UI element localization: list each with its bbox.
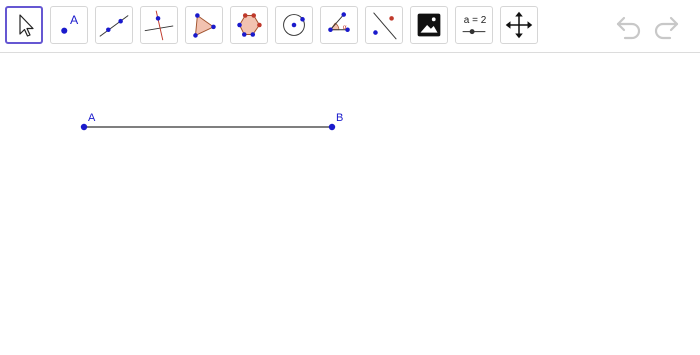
circle-tool-button[interactable] xyxy=(275,6,313,44)
image-icon xyxy=(417,13,441,37)
point-b[interactable] xyxy=(328,123,336,131)
reflect-icon xyxy=(373,12,397,40)
slider-tool-button[interactable]: a = 2 xyxy=(455,6,493,44)
image-tool-button[interactable] xyxy=(410,6,448,44)
perpendicular-tool-button[interactable] xyxy=(140,6,178,44)
angle-symbol: α xyxy=(343,24,347,31)
line-tool-button[interactable] xyxy=(95,6,133,44)
polygon-icon xyxy=(193,13,216,38)
point-a[interactable] xyxy=(80,123,88,131)
reflect-tool-button[interactable] xyxy=(365,6,403,44)
redo-icon xyxy=(654,16,679,40)
point-tool-button[interactable]: A xyxy=(50,6,88,44)
move-cursor-icon xyxy=(19,14,34,37)
regular-polygon-icon xyxy=(237,13,262,37)
redo-button[interactable] xyxy=(651,12,681,40)
toolbar: A α a = 2 xyxy=(0,0,700,53)
undo-icon xyxy=(616,16,641,40)
slider-icon xyxy=(462,29,486,35)
move-graphics-view-tool-button[interactable] xyxy=(500,6,538,44)
point-tool-letter: A xyxy=(70,13,79,27)
point-b-label: B xyxy=(336,112,343,124)
graphics-view[interactable]: A B xyxy=(0,53,700,350)
graphics-canvas[interactable]: A B xyxy=(0,53,700,350)
perpendicular-line-icon xyxy=(144,10,174,41)
polygon-tool-button[interactable] xyxy=(185,6,223,44)
regular-polygon-tool-button[interactable] xyxy=(230,6,268,44)
move-arrows-icon xyxy=(505,11,533,39)
angle-icon: α xyxy=(328,12,350,33)
undo-button[interactable] xyxy=(614,12,644,40)
circle-icon xyxy=(283,14,305,36)
angle-tool-button[interactable]: α xyxy=(320,6,358,44)
line-icon xyxy=(99,15,129,37)
point-a-label: A xyxy=(88,112,96,124)
point-icon: A xyxy=(61,13,79,34)
move-tool-button[interactable] xyxy=(5,6,43,44)
